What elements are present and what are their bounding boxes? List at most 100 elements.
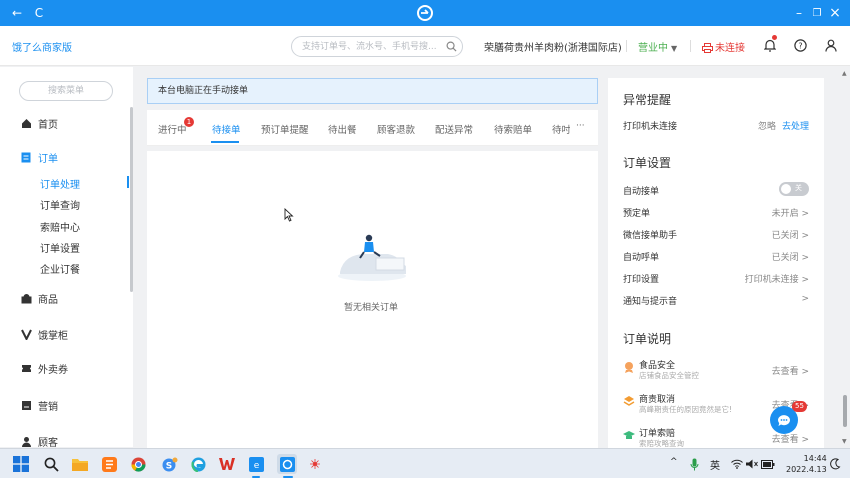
sidebar-scrollbar[interactable] xyxy=(130,107,133,292)
close-button[interactable]: × xyxy=(826,4,844,22)
wifi-icon[interactable] xyxy=(731,455,743,473)
sidebar-item-label: 饿掌柜 xyxy=(38,331,68,342)
file-explorer-icon[interactable] xyxy=(71,455,89,473)
setting-value: > xyxy=(801,294,809,304)
scroll-down-icon[interactable]: ▼ xyxy=(842,438,847,445)
sidebar-item-customers[interactable]: 顾客 xyxy=(20,434,58,449)
handle-link[interactable]: 去处理 xyxy=(782,122,809,132)
sidebar-subitem-order-processing[interactable]: 订单处理 xyxy=(40,176,80,191)
search-icon[interactable] xyxy=(42,455,60,473)
minimize-button[interactable]: – xyxy=(790,4,808,22)
sidebar-item-label: 商品 xyxy=(38,295,58,306)
svg-text:S: S xyxy=(165,461,171,471)
layers-icon xyxy=(623,396,635,406)
divider xyxy=(626,40,627,52)
setting-value: 已关闭 > xyxy=(771,253,809,263)
app-orange-icon[interactable] xyxy=(100,455,118,473)
toggle-state-label: 关 xyxy=(795,184,802,192)
setting-notifications[interactable]: 通知与提示音 > xyxy=(623,294,809,307)
scroll-up-icon[interactable]: ▲ xyxy=(842,70,847,77)
windows-start-icon[interactable] xyxy=(12,455,30,473)
divider xyxy=(690,40,691,52)
setting-value: 打印机未连接 > xyxy=(744,275,809,285)
notification-center-icon[interactable] xyxy=(828,455,842,473)
tab-in-progress[interactable]: 进行中 xyxy=(158,122,187,136)
help-icon[interactable]: ? xyxy=(793,38,807,52)
sidebar-item-home[interactable]: 首页 xyxy=(20,116,58,131)
empty-orders-illustration-icon xyxy=(338,234,406,281)
printer-status[interactable]: 未连接 xyxy=(702,39,745,54)
pinned-app-icon[interactable] xyxy=(306,455,324,473)
wps-icon[interactable] xyxy=(218,455,236,473)
tab-badge: 1 xyxy=(184,117,194,127)
setting-label: 微信接单助手 xyxy=(623,231,678,241)
user-icon[interactable] xyxy=(824,38,838,52)
sidebar-item-orders[interactable]: 订单 xyxy=(20,150,58,165)
info-subtitle: 索赔攻略查询 xyxy=(639,439,684,448)
tab-awaiting-meal[interactable]: 待出餐 xyxy=(328,122,357,136)
sidebar-subitem-order-settings[interactable]: 订单设置 xyxy=(40,240,80,255)
printer-status-label: 未连接 xyxy=(715,43,745,54)
search-input[interactable] xyxy=(291,36,463,57)
empty-state-text: 暂无相关订单 xyxy=(344,303,399,313)
volume-icon[interactable] xyxy=(745,455,759,473)
windows-taskbar: S e ^ 英 14:44 2022.4.13 xyxy=(0,448,850,478)
auto-accept-toggle[interactable]: 关 xyxy=(779,182,809,196)
back-button[interactable]: ← xyxy=(8,4,26,22)
reload-button[interactable]: C xyxy=(30,4,48,22)
menu-search-input[interactable]: 搜索菜单 xyxy=(19,81,113,101)
tab-customer-refund[interactable]: 顾客退款 xyxy=(377,122,415,136)
food-safety-icon xyxy=(625,362,633,373)
tray-expand-icon[interactable]: ^ xyxy=(670,457,678,467)
setting-auto-call[interactable]: 自动呼单 已关闭 > xyxy=(623,250,809,263)
more-tabs-icon[interactable]: ··· xyxy=(576,121,585,131)
tab-pending-accept[interactable]: 待接单 xyxy=(212,122,241,136)
info-subtitle: 高峰期责任的原因竟然是它! xyxy=(639,405,733,414)
bell-icon[interactable] xyxy=(763,38,777,52)
sidebar-item-coupons[interactable]: 外卖券 xyxy=(20,361,68,376)
setting-value: 已关闭 > xyxy=(771,231,809,241)
input-method-indicator[interactable]: 英 xyxy=(710,457,720,472)
tab-preorder-reminder[interactable]: 预订单提醒 xyxy=(261,122,309,136)
sidebar-item-goods[interactable]: 商品 xyxy=(20,291,58,306)
sidebar-item-e-manager[interactable]: 饿掌柜 xyxy=(20,327,68,342)
microphone-icon[interactable] xyxy=(688,455,700,473)
marketing-icon xyxy=(20,400,32,412)
ignore-link[interactable]: 忽略 xyxy=(758,122,776,132)
order-icon xyxy=(20,152,32,164)
notification-dot xyxy=(772,35,777,40)
sidebar-subitem-order-query[interactable]: 订单查询 xyxy=(40,197,80,212)
system-clock[interactable]: 14:44 2022.4.13 xyxy=(786,453,827,475)
chrome-icon[interactable] xyxy=(129,455,147,473)
brand-name: 饿了么商家版 xyxy=(12,43,72,54)
sidebar-item-marketing[interactable]: 营销 xyxy=(20,398,58,413)
graduation-cap-icon xyxy=(623,431,635,439)
setting-print[interactable]: 打印设置 打印机未连接 > xyxy=(623,272,809,285)
sogou-icon[interactable]: S xyxy=(160,455,178,473)
coupon-icon xyxy=(20,363,32,375)
shop-name[interactable]: 荣膳荷贵州羊肉粉(浙港国际店) xyxy=(484,39,622,54)
tab-pending-claims[interactable]: 待索赔单 xyxy=(494,122,532,136)
sidebar-subitem-enterprise-orders[interactable]: 企业订餐 xyxy=(40,261,80,276)
eleme-app-icon[interactable]: e xyxy=(247,455,265,473)
info-subtitle: 店铺食品安全管控 xyxy=(639,371,699,380)
alert-section-title: 异常提醒 xyxy=(623,93,672,107)
svg-text:e: e xyxy=(253,461,259,471)
business-status-dropdown[interactable]: 营业中 ▼ xyxy=(638,39,677,54)
eleme-merchant-app-icon[interactable] xyxy=(277,454,297,474)
scrollbar-thumb[interactable] xyxy=(843,395,847,427)
restore-button[interactable]: ❐ xyxy=(808,4,826,22)
edge-icon[interactable] xyxy=(189,455,207,473)
search-icon[interactable] xyxy=(446,41,457,52)
tab-truncated[interactable]: 待吋 xyxy=(552,122,570,136)
chat-unread-badge: 55 xyxy=(792,401,807,412)
setting-wechat-assistant[interactable]: 微信接单助手 已关闭 > xyxy=(623,228,809,241)
battery-icon[interactable] xyxy=(761,455,775,473)
tab-delivery-exception[interactable]: 配送异常 xyxy=(435,122,473,136)
setting-preorder[interactable]: 预定单 未开启 > xyxy=(623,206,809,219)
sidebar-item-label: 首页 xyxy=(38,120,58,131)
sidebar-subitem-claims-center[interactable]: 索赔中心 xyxy=(40,219,80,234)
right-scrollbar[interactable]: ▲ ▼ xyxy=(842,70,848,448)
info-action: 去查看 > xyxy=(771,367,809,377)
settings-section-title: 订单设置 xyxy=(623,156,672,170)
